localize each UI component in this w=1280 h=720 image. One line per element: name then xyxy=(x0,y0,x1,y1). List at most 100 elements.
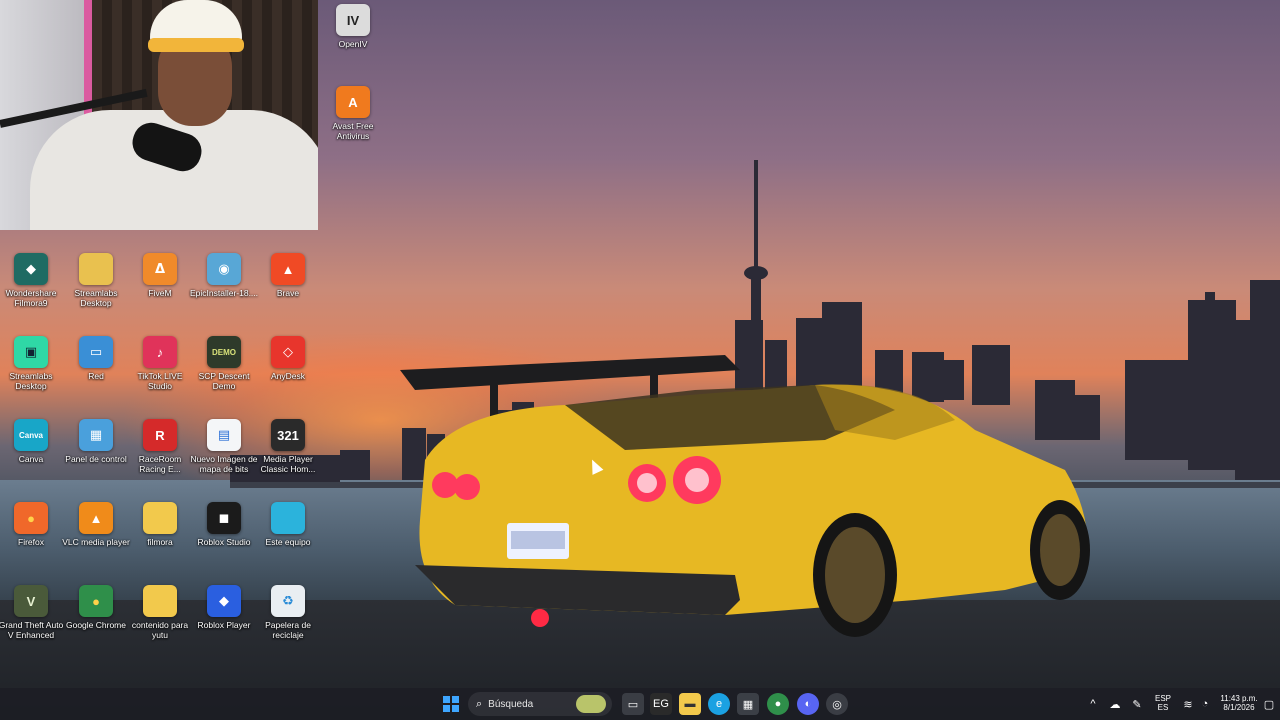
desktop-icon-streamlabs-desktop-folder[interactable]: Streamlabs Desktop xyxy=(65,253,127,308)
streamlabs-desktop-folder-icon xyxy=(79,253,113,285)
desktop-icon-red[interactable]: ▭ Red xyxy=(65,336,127,381)
filmora-folder-icon xyxy=(143,502,177,534)
desktop-icon-label: Papelera de reciclaje xyxy=(265,620,311,640)
openiv-icon: IV xyxy=(336,4,370,36)
windows-logo-icon xyxy=(443,696,459,712)
desktop-icon-fivem[interactable]: ᐃ FiveM xyxy=(129,253,191,298)
desktop-icon-label: EpicInstaller-18.... xyxy=(189,288,259,298)
chrome-taskbar-icon[interactable]: ● xyxy=(767,693,789,715)
cap-brim xyxy=(148,38,244,52)
notifications-icon[interactable]: ▢ xyxy=(1262,693,1276,715)
desktop-icon-anydesk[interactable]: ◇ AnyDesk xyxy=(257,336,319,381)
clock[interactable]: 11:43 p.m. 8/1/2026 xyxy=(1216,694,1262,712)
desktop-icon-mpc[interactable]: 321 Media Player Classic Hom... xyxy=(257,419,319,474)
desktop-icon-label: Canva xyxy=(18,454,44,464)
desktop-icon-label: Streamlabs Desktop xyxy=(74,288,118,308)
desktop-icon-este-equipo[interactable]: Este equipo xyxy=(257,502,319,547)
desktop-icon-gta[interactable]: V Grand Theft Auto V Enhanced xyxy=(0,585,63,640)
bitmap-icon: ▤ xyxy=(207,419,241,451)
desktop-icon-filmora[interactable]: ◆ Wondershare Filmora9 xyxy=(0,253,62,308)
store-icon[interactable]: ▦ xyxy=(737,693,759,715)
desktop-icon-label: Grand Theft Auto V Enhanced xyxy=(0,620,64,640)
yutu-folder-icon xyxy=(143,585,177,617)
mpc-icon: 321 xyxy=(271,419,305,451)
start-button[interactable] xyxy=(440,693,462,715)
desktop-icon-openiv[interactable]: IV OpenIV xyxy=(322,4,384,49)
language-bottom: ES xyxy=(1157,703,1169,712)
discord-icon[interactable]: ◐ xyxy=(797,693,819,715)
streamlabs-icon: ▣ xyxy=(14,336,48,368)
canva-icon: Canva xyxy=(14,419,48,451)
desktop-icon-canva[interactable]: Canva Canva xyxy=(0,419,62,464)
desktop-icon-label: filmora xyxy=(147,537,173,547)
desktop-icon-raceroom[interactable]: R RaceRoom Racing E... xyxy=(129,419,191,474)
desktop-icon-label: Brave xyxy=(276,288,300,298)
streamer-body xyxy=(30,110,318,230)
desktop-icon-label: contenido para yutu xyxy=(131,620,189,640)
tray-cloud-icon[interactable]: ☁ xyxy=(1106,693,1124,715)
desktop-icon-label: Firefox xyxy=(18,537,44,547)
desktop-icon-epicinstaller[interactable]: ◉ EpicInstaller-18.... xyxy=(190,253,258,298)
language-top: ESP xyxy=(1154,694,1171,703)
desktop-icon-label: Red xyxy=(88,371,104,381)
desktop-icon-label: TikTok LIVE Studio xyxy=(137,371,183,391)
volume-icon[interactable]: ◔ xyxy=(1197,693,1213,715)
tray-chevron-icon[interactable]: ^ xyxy=(1086,693,1100,715)
epic-games-icon[interactable]: EG xyxy=(650,693,672,715)
desktop-icon-label: AnyDesk xyxy=(270,371,305,381)
desktop-icon-chrome[interactable]: ● Google Chrome xyxy=(65,585,127,630)
webcam-overlay xyxy=(0,0,318,230)
search-placeholder: Búsqueda xyxy=(488,698,534,710)
chrome-icon: ● xyxy=(79,585,113,617)
desktop-icon-label: Avast Free Antivirus xyxy=(332,121,374,141)
clock-time: 11:43 p.m. xyxy=(1220,694,1258,703)
este-equipo-icon xyxy=(271,502,305,534)
file-explorer-icon[interactable]: ▬ xyxy=(679,693,701,715)
brave-icon: ▲ xyxy=(271,253,305,285)
desktop-icon-label: FiveM xyxy=(148,288,172,298)
desktop-icon-yutu-folder[interactable]: contenido para yutu xyxy=(129,585,191,640)
desktop-icon-brave[interactable]: ▲ Brave xyxy=(257,253,319,298)
vlc-icon: ▲ xyxy=(79,502,113,534)
desktop-icon-label: Este equipo xyxy=(265,537,311,547)
desktop-icon-label: Nuevo Imagen de mapa de bits xyxy=(190,454,258,474)
wifi-icon[interactable]: ≋ xyxy=(1180,693,1196,715)
anydesk-icon: ◇ xyxy=(271,336,305,368)
desktop-icon-scp[interactable]: DEMO SCP Descent Demo xyxy=(193,336,255,391)
desktop-icon-label: Roblox Player xyxy=(197,620,251,630)
desktop-icon-label: RaceRoom Racing E... xyxy=(138,454,182,474)
desktop-icon-papelera[interactable]: ♻ Papelera de reciclaje xyxy=(257,585,319,640)
desktop-icon-filmora-folder[interactable]: filmora xyxy=(129,502,191,547)
edge-icon[interactable]: e xyxy=(708,693,730,715)
desktop-icon-panel[interactable]: ▦ Panel de control xyxy=(65,419,127,464)
tray-pen-icon[interactable]: ✎ xyxy=(1128,693,1146,715)
desktop-icon-roblox-player[interactable]: ◆ Roblox Player xyxy=(193,585,255,630)
desktop-icon-firefox[interactable]: ● Firefox xyxy=(0,502,62,547)
avast-icon: A xyxy=(336,86,370,118)
taskbar: ⌕ Búsqueda ▭ EG ▬ e ▦ ● ◐ ◎ ^ ☁ ✎ ESP ES… xyxy=(0,688,1280,720)
desktop-icon-vlc[interactable]: ▲ VLC media player xyxy=(62,502,130,547)
scp-icon: DEMO xyxy=(207,336,241,368)
desktop-icon-tiktok[interactable]: ♪ TikTok LIVE Studio xyxy=(129,336,191,391)
desktop-icon-roblox-studio[interactable]: ◼ Roblox Studio xyxy=(193,502,255,547)
taskbar-search[interactable]: ⌕ Búsqueda xyxy=(468,692,612,716)
desktop-icon-avast[interactable]: A Avast Free Antivirus xyxy=(322,86,384,141)
desktop-icon-label: VLC media player xyxy=(62,537,130,547)
yellow-sports-car xyxy=(400,355,1090,637)
red-icon: ▭ xyxy=(79,336,113,368)
panel-icon: ▦ xyxy=(79,419,113,451)
raceroom-icon: R xyxy=(143,419,177,451)
desktop-icon-streamlabs[interactable]: ▣ Streamlabs Desktop xyxy=(0,336,62,391)
obs-like-icon[interactable]: ◎ xyxy=(826,693,848,715)
roblox-studio-icon: ◼ xyxy=(207,502,241,534)
language-indicator[interactable]: ESP ES xyxy=(1152,694,1174,712)
fivem-icon: ᐃ xyxy=(143,253,177,285)
gta-icon: V xyxy=(14,585,48,617)
desktop-icon-label: SCP Descent Demo xyxy=(198,371,250,391)
papelera-icon: ♻ xyxy=(271,585,305,617)
desktop-icon-label: OpenIV xyxy=(338,39,368,49)
task-view-icon[interactable]: ▭ xyxy=(622,693,644,715)
filmora-icon: ◆ xyxy=(14,253,48,285)
desktop-icon-bitmap[interactable]: ▤ Nuevo Imagen de mapa de bits xyxy=(190,419,258,474)
roblox-player-icon: ◆ xyxy=(207,585,241,617)
